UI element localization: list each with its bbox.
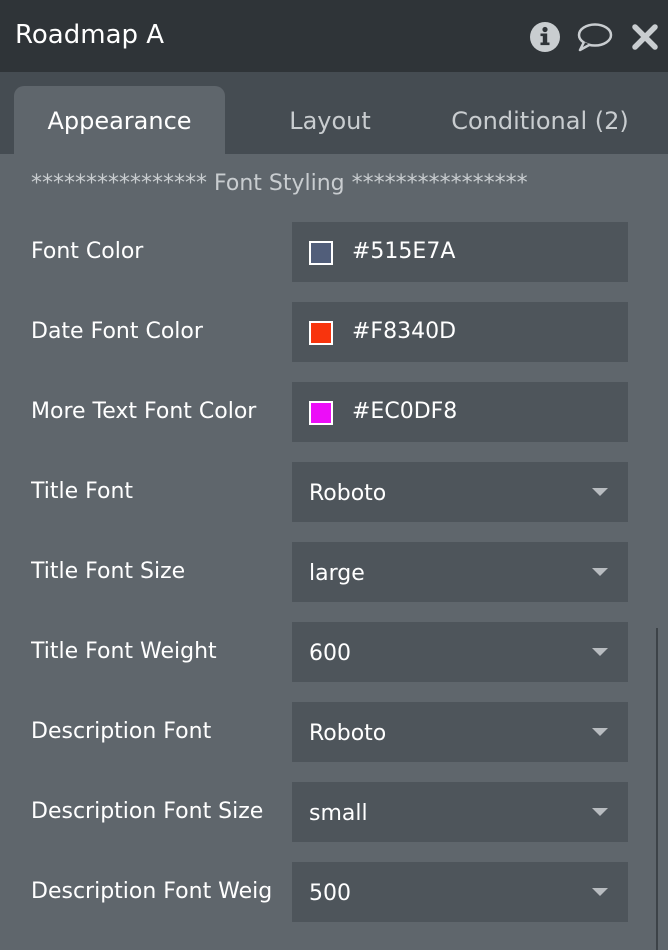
info-icon[interactable] [528, 20, 562, 54]
title-font-size-value: large [309, 561, 365, 586]
more-text-font-color-swatch [309, 401, 333, 425]
title-font-weight-value: 600 [309, 641, 351, 666]
description-font-size-label: Description Font Size [31, 799, 264, 824]
chevron-down-icon [592, 888, 608, 896]
font-color-value: #515E7A [352, 239, 456, 264]
chevron-down-icon [592, 648, 608, 656]
date-font-color-swatch [309, 321, 333, 345]
chevron-down-icon [592, 568, 608, 576]
description-font-size-value: small [309, 801, 368, 826]
title-font-size-label: Title Font Size [31, 559, 186, 584]
description-font-weight-value: 500 [309, 881, 351, 906]
title-font-weight-label: Title Font Weight [31, 639, 217, 664]
chevron-down-icon [592, 728, 608, 736]
more-text-font-color-picker[interactable]: #EC0DF8 [292, 382, 628, 442]
close-icon[interactable] [630, 20, 660, 54]
tab-bar: Appearance Layout Conditional (2) [0, 72, 668, 154]
more-text-font-color-label: More Text Font Color [31, 399, 257, 424]
description-font-weight-label: Description Font Weig [31, 879, 273, 904]
description-font-label: Description Font [31, 719, 212, 744]
tab-appearance[interactable]: Appearance [14, 86, 225, 154]
tab-layout[interactable]: Layout [240, 86, 420, 154]
date-font-color-picker[interactable]: #F8340D [292, 302, 628, 362]
font-color-picker[interactable]: #515E7A [292, 222, 628, 282]
font-color-swatch [309, 241, 333, 265]
date-font-color-value: #F8340D [352, 319, 457, 344]
title-font-dropdown[interactable]: Roboto [292, 462, 628, 522]
description-font-size-dropdown[interactable]: small [292, 782, 628, 842]
chevron-down-icon [592, 808, 608, 816]
description-font-weight-dropdown[interactable]: 500 [292, 862, 628, 922]
panel-header: Roadmap A [0, 0, 668, 72]
font-color-label: Font Color [31, 239, 144, 264]
title-font-label: Title Font [31, 479, 134, 504]
title-font-size-dropdown[interactable]: large [292, 542, 628, 602]
title-font-weight-dropdown[interactable]: 600 [292, 622, 628, 682]
comment-icon[interactable] [576, 20, 614, 54]
title-font-value: Roboto [309, 481, 387, 506]
description-font-dropdown[interactable]: Roboto [292, 702, 628, 762]
panel-title: Roadmap A [15, 20, 165, 50]
scrollbar[interactable] [656, 628, 658, 950]
section-title: **************** Font Styling **********… [31, 171, 528, 196]
description-font-value: Roboto [309, 721, 387, 746]
tab-conditional[interactable]: Conditional (2) [430, 86, 650, 154]
more-text-font-color-value: #EC0DF8 [352, 399, 458, 424]
date-font-color-label: Date Font Color [31, 319, 203, 344]
chevron-down-icon [592, 488, 608, 496]
